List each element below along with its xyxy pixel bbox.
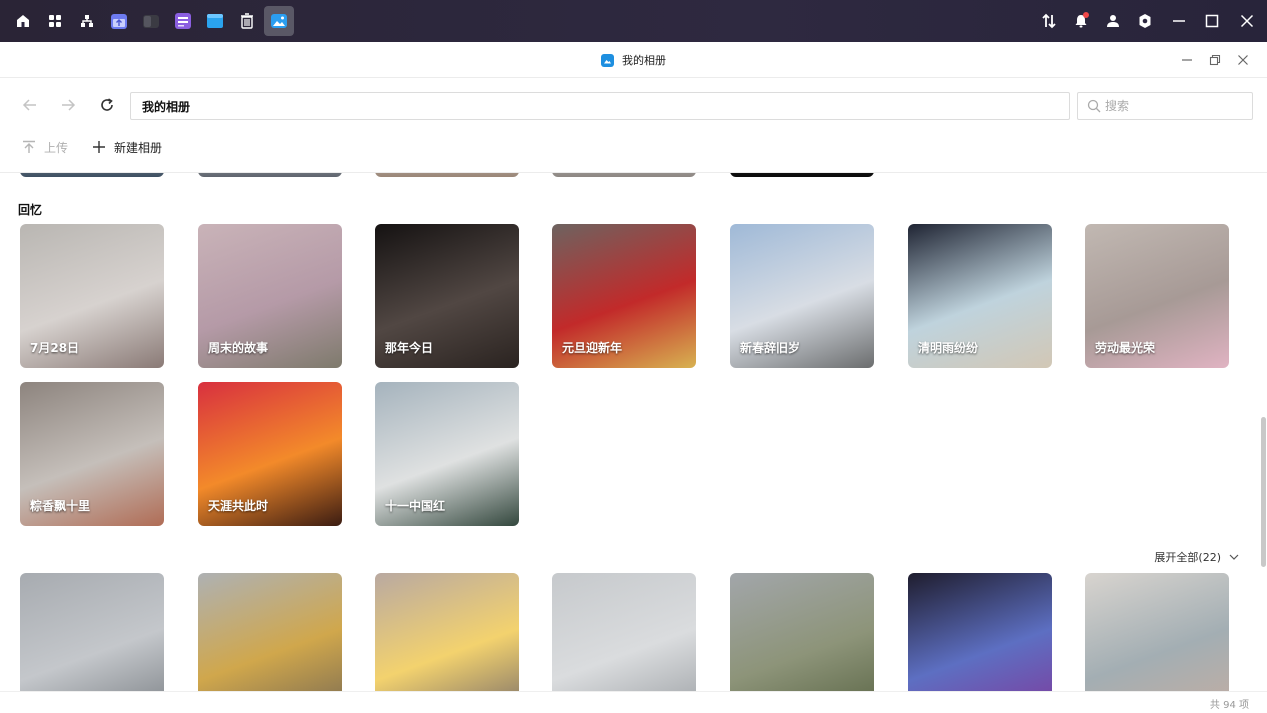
search-box[interactable]: [1077, 92, 1253, 120]
window-titlebar: 我的相册: [0, 42, 1267, 78]
photo-thumbnail[interactable]: [198, 573, 342, 691]
memory-caption: 元旦迎新年: [562, 341, 623, 355]
search-input[interactable]: [1105, 99, 1245, 113]
back-arrow-icon[interactable]: [17, 92, 43, 118]
memory-album-tile[interactable]: 粽香飘十里: [20, 382, 164, 526]
expand-all-label: 展开全部(22): [1154, 551, 1221, 564]
app-grid-icon[interactable]: [40, 6, 70, 36]
memory-album-tile[interactable]: 新春辞旧岁: [730, 224, 874, 368]
photo-thumbnail[interactable]: [908, 573, 1052, 691]
network-icon[interactable]: [72, 6, 102, 36]
taskbar-tray: [1033, 0, 1267, 42]
trash-icon[interactable]: [232, 6, 262, 36]
previous-row-thumbnail[interactable]: [20, 173, 164, 177]
upload-icon: [22, 140, 36, 154]
photo-album-app-icon[interactable]: [264, 6, 294, 36]
notification-badge: [1083, 12, 1089, 18]
taskbar-close-icon[interactable]: [1227, 0, 1267, 42]
upload-button[interactable]: 上传: [22, 136, 68, 158]
album-toolbar: 上传 新建相册: [0, 132, 1267, 162]
previous-row-thumbnail[interactable]: [730, 173, 874, 177]
backup-app-icon[interactable]: [104, 6, 134, 36]
panel-app-icon[interactable]: [168, 6, 198, 36]
photo-album-title-icon: [601, 53, 614, 67]
taskbar: [0, 0, 1267, 42]
refresh-icon[interactable]: [94, 92, 120, 118]
new-album-label: 新建相册: [114, 140, 163, 155]
window-title: 我的相册: [622, 54, 666, 67]
memory-caption: 清明雨纷纷: [918, 341, 979, 355]
memory-album-tile[interactable]: 7月28日: [20, 224, 164, 368]
previous-row-thumbnail[interactable]: [198, 173, 342, 177]
memory-album-tile[interactable]: 天涯共此时: [198, 382, 342, 526]
memory-caption: 天涯共此时: [208, 499, 269, 513]
item-count: 共 94 项: [1209, 700, 1249, 711]
memory-caption: 那年今日: [385, 341, 434, 355]
window-minimize-icon[interactable]: [1173, 46, 1201, 74]
path-text: 我的相册: [142, 99, 191, 114]
upload-label: 上传: [44, 140, 69, 155]
vertical-scrollbar[interactable]: [1261, 417, 1266, 567]
memory-album-tile[interactable]: 元旦迎新年: [552, 224, 696, 368]
memory-album-tile[interactable]: 那年今日: [375, 224, 519, 368]
navigation-bar: 我的相册: [0, 84, 1267, 126]
photo-thumbnail[interactable]: [552, 573, 696, 691]
file-manager-icon[interactable]: [200, 6, 230, 36]
taskbar-minimize-icon[interactable]: [1161, 0, 1197, 42]
settings-gear-icon[interactable]: [1129, 0, 1161, 42]
previous-row-thumbnail[interactable]: [375, 173, 519, 177]
taskbar-maximize-icon[interactable]: [1197, 0, 1227, 42]
memory-caption: 劳动最光荣: [1095, 341, 1156, 355]
memory-album-tile[interactable]: 劳动最光荣: [1085, 224, 1229, 368]
forward-arrow-icon[interactable]: [55, 92, 81, 118]
photo-thumbnail[interactable]: [20, 573, 164, 691]
window-close-icon[interactable]: [1229, 46, 1257, 74]
transfer-icon[interactable]: [1033, 0, 1065, 42]
expand-all-button[interactable]: 展开全部(22): [1154, 549, 1239, 565]
home-icon[interactable]: [8, 6, 38, 36]
new-album-button[interactable]: 新建相册: [92, 136, 162, 158]
memory-caption: 十一中国红: [385, 499, 446, 513]
path-field[interactable]: 我的相册: [130, 92, 1070, 120]
window-controls: [1173, 42, 1257, 78]
plus-icon: [92, 140, 106, 154]
album-content: 回忆 7月28日 周末的故事 那年今日 元旦迎新年 新春辞旧岁 清明雨纷纷 劳动最光荣粽香飘…: [0, 173, 1267, 691]
memories-section-title: 回忆: [18, 203, 43, 217]
memory-album-tile[interactable]: 十一中国红: [375, 382, 519, 526]
user-icon[interactable]: [1097, 0, 1129, 42]
photo-thumbnail[interactable]: [730, 573, 874, 691]
memory-caption: 粽香飘十里: [30, 499, 91, 513]
photo-thumbnail[interactable]: [375, 573, 519, 691]
memory-album-tile[interactable]: 清明雨纷纷: [908, 224, 1052, 368]
window-title-area: 我的相册: [0, 42, 1267, 78]
taskbar-apps: [0, 0, 296, 42]
memory-album-tile[interactable]: 周末的故事: [198, 224, 342, 368]
search-icon: [1087, 99, 1101, 113]
memory-caption: 7月28日: [30, 341, 80, 355]
notification-bell-icon[interactable]: [1065, 0, 1097, 42]
photo-thumbnail[interactable]: [1085, 573, 1229, 691]
memory-caption: 新春辞旧岁: [740, 341, 801, 355]
previous-row-thumbnail[interactable]: [552, 173, 696, 177]
chevron-down-icon: [1229, 554, 1239, 560]
storage-app-icon[interactable]: [136, 6, 166, 36]
window-restore-icon[interactable]: [1201, 46, 1229, 74]
memory-caption: 周末的故事: [208, 341, 269, 355]
status-bar: 共 94 项: [0, 691, 1267, 713]
